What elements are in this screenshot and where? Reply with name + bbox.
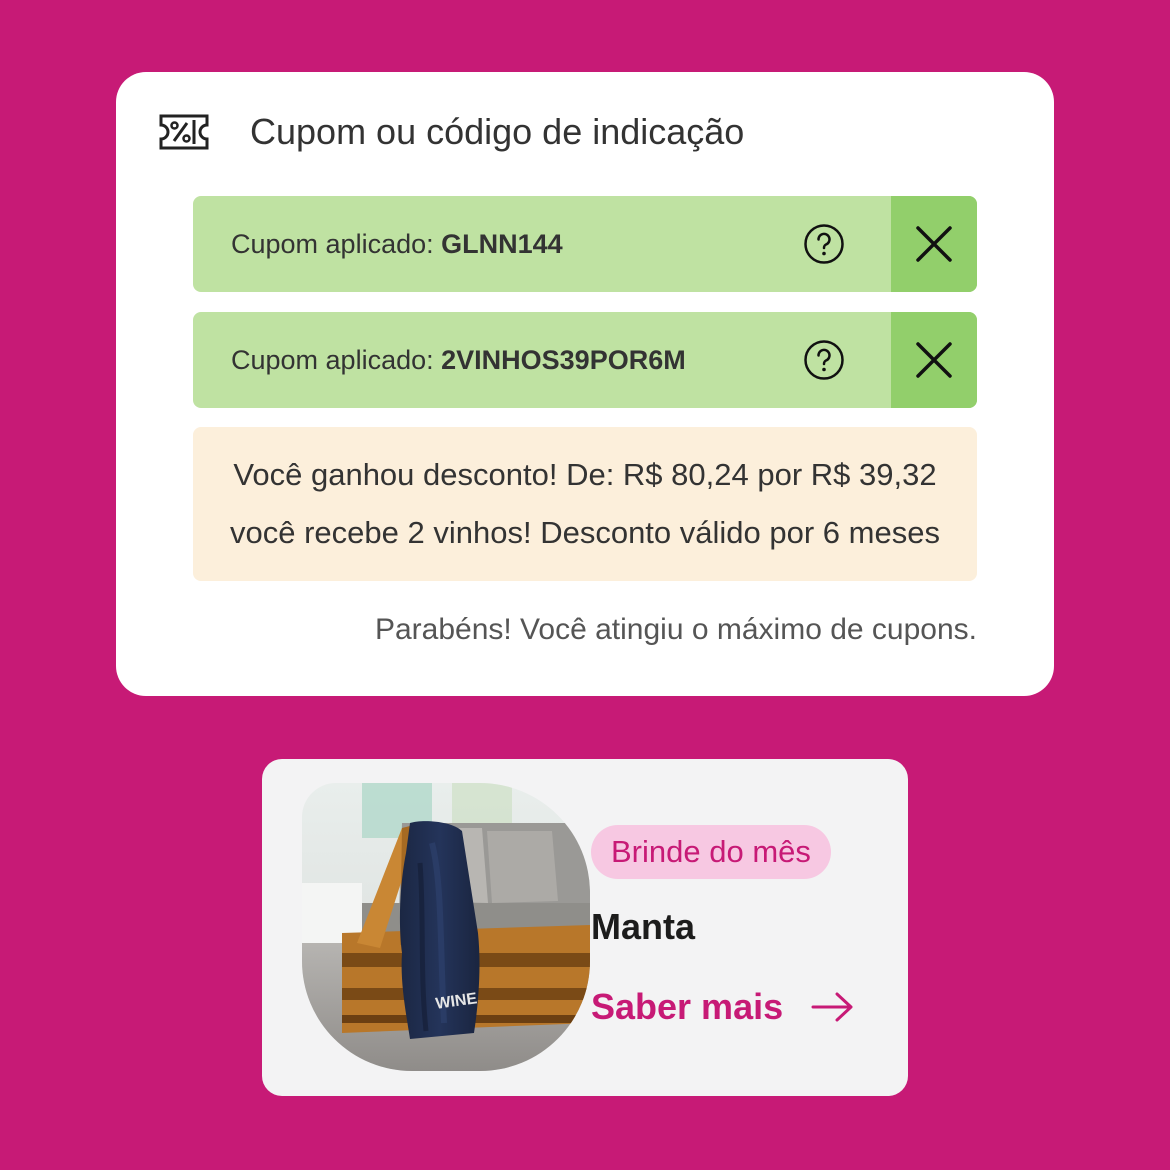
gift-of-month-card[interactable]: WINE Brinde do mês Manta Saber mais — [262, 759, 908, 1096]
applied-coupon-text: Cupom aplicado: 2VINHOS39POR6M — [231, 312, 686, 408]
coupon-header — [158, 108, 210, 156]
applied-coupon-code: 2VINHOS39POR6M — [441, 345, 686, 375]
discount-message-box: Você ganhou desconto! De: R$ 80,24 por R… — [193, 427, 977, 581]
discount-message-line: Você ganhou desconto! De: R$ 80,24 por R… — [233, 457, 937, 492]
coupon-section-title: Cupom ou código de indicação — [250, 111, 745, 152]
arrow-right-icon — [811, 992, 853, 1022]
remove-coupon-button[interactable] — [891, 196, 977, 292]
learn-more-label: Saber mais — [591, 986, 784, 1027]
help-circle-icon[interactable] — [803, 339, 845, 381]
discount-message-line: você recebe 2 vinhos! Desconto válido po… — [230, 515, 940, 550]
close-icon — [916, 342, 952, 378]
applied-coupon-chip: Cupom aplicado: GLNN144 — [193, 196, 977, 292]
blanket-on-sofa-illustration: WINE — [302, 783, 590, 1071]
learn-more-link[interactable]: Saber mais — [591, 979, 855, 1035]
applied-coupon-chip: Cupom aplicado: 2VINHOS39POR6M — [193, 312, 977, 408]
max-coupons-message: Parabéns! Você atingiu o máximo de cupon… — [374, 613, 977, 646]
applied-coupon-prefix: Cupom aplicado: — [231, 345, 442, 375]
remove-coupon-button[interactable] — [891, 312, 977, 408]
gift-product-image: WINE — [302, 783, 590, 1071]
gift-badge: Brinde do mês — [591, 825, 831, 879]
applied-coupon-text: Cupom aplicado: GLNN144 — [231, 196, 563, 292]
coupon-percent-icon — [159, 114, 209, 150]
close-icon — [916, 226, 952, 262]
help-circle-icon[interactable] — [803, 223, 845, 265]
coupon-card: Cupom ou código de indicação Cupom aplic… — [116, 72, 1054, 696]
applied-coupon-prefix: Cupom aplicado: — [231, 229, 442, 259]
applied-coupon-code: GLNN144 — [441, 229, 563, 259]
gift-name: Manta — [591, 906, 696, 947]
